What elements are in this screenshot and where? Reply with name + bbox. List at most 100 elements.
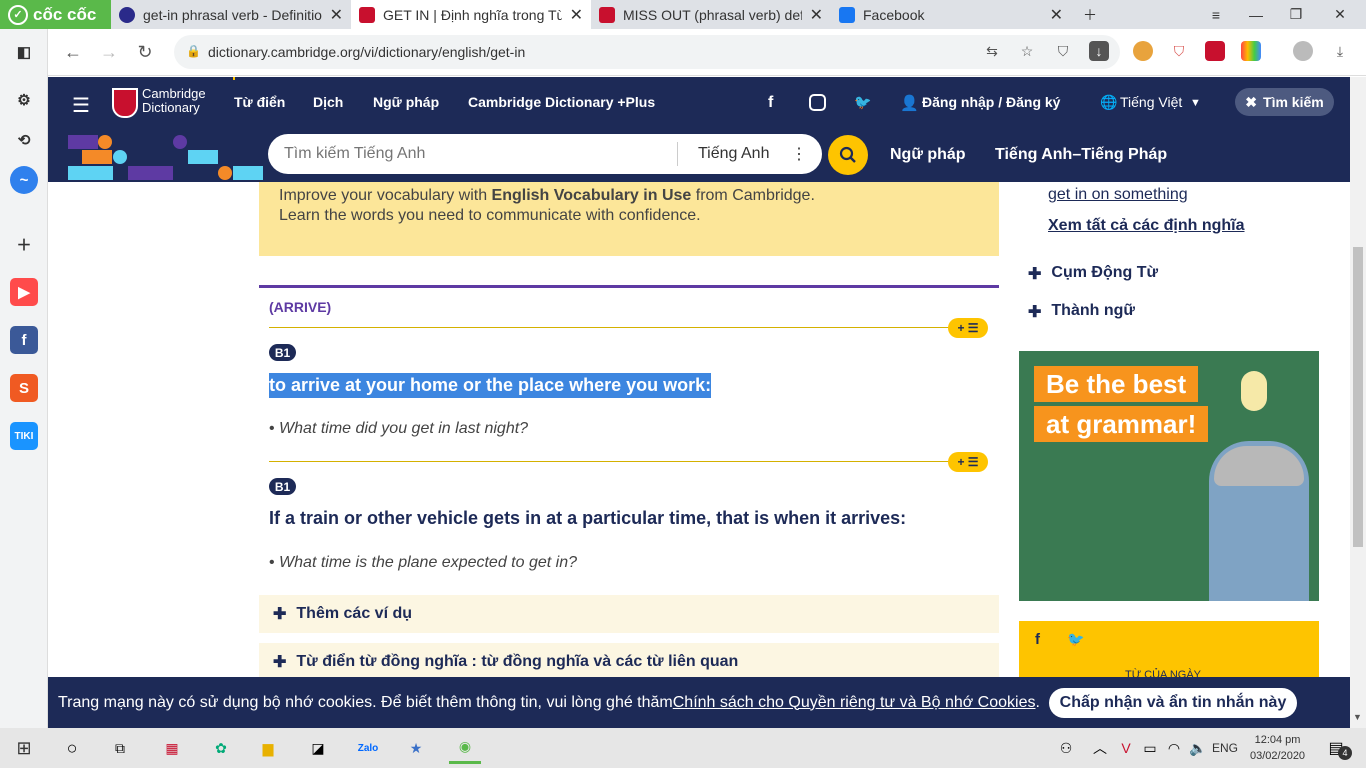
people-icon[interactable]: ⚇ [1050, 732, 1082, 764]
tab-title: GET IN | Định nghĩa trong Từ [383, 6, 562, 23]
app-icon[interactable]: ★ [400, 732, 432, 764]
page-scrollbar[interactable]: ▼ [1350, 77, 1366, 728]
app-icon[interactable]: ▦ [156, 732, 188, 764]
maximize-button[interactable]: ❐ [1276, 0, 1316, 29]
phrasal-verbs-accordion[interactable]: ✚ Cụm Động Từ [1028, 264, 1158, 284]
language-selector[interactable]: Tiếng Việt [1120, 94, 1182, 110]
search-language[interactable]: Tiếng Anh [698, 145, 769, 163]
privacy-policy-link[interactable]: Chính sách cho Quyền riêng tư và Bộ nhớ … [673, 694, 1036, 712]
accept-cookies-button[interactable]: Chấp nhận và ẩn tin nhắn này [1049, 688, 1297, 718]
decor-block [233, 166, 263, 180]
settings-gear-icon[interactable]: ⚙ [10, 86, 38, 114]
facebook-icon[interactable]: f [10, 326, 38, 354]
add-to-wordlist-button[interactable]: + ☰ [948, 452, 988, 472]
profile-avatar[interactable] [1293, 41, 1313, 61]
extension-icon[interactable] [1241, 41, 1261, 61]
nav-dictionary[interactable]: Từ điển [234, 94, 285, 110]
file-explorer-icon[interactable]: ▆ [252, 732, 284, 764]
app-icon[interactable]: ✿ [205, 732, 237, 764]
close-tab-icon[interactable]: ✕ [570, 5, 583, 25]
tab-3[interactable]: Facebook ✕ [831, 0, 1071, 29]
facebook-icon[interactable]: f [768, 94, 773, 112]
adblock-icon[interactable]: ⛉ [1169, 41, 1189, 61]
twitter-share-icon[interactable]: 🐦 [1067, 631, 1084, 648]
shopee-icon[interactable]: S [10, 374, 38, 402]
globe-icon: 🌐 [1100, 94, 1118, 110]
bookmark-star-icon[interactable]: ☆ [1017, 41, 1037, 61]
facebook-share-icon[interactable]: f [1035, 631, 1040, 648]
subnav-grammar[interactable]: Ngữ pháp [890, 146, 966, 164]
close-tab-icon[interactable]: ✕ [330, 5, 343, 25]
tab-menu-icon[interactable]: ≡ [1196, 0, 1236, 29]
history-icon[interactable]: ⟲ [10, 126, 38, 154]
messenger-icon[interactable]: ~ [10, 166, 38, 194]
sidebar-toggle-icon[interactable]: ◧ [10, 38, 38, 66]
reload-button[interactable]: ↻ [132, 39, 158, 65]
close-tab-icon[interactable]: ✕ [1050, 5, 1063, 25]
sticky-notes-icon[interactable]: ◪ [302, 732, 334, 764]
zalo-icon[interactable]: Zalo [352, 732, 384, 764]
extension-icon[interactable] [1205, 41, 1225, 61]
guideword: (ARRIVE) [269, 299, 332, 315]
more-examples-toggle[interactable]: ✚ Thêm các ví dụ [259, 595, 999, 633]
more-options-icon[interactable]: ⋮ [791, 144, 807, 164]
coccoc-taskbar-icon[interactable]: ◉ [449, 732, 481, 764]
search-input[interactable] [268, 134, 678, 174]
clock[interactable]: 12:04 pm 03/02/2020 [1250, 732, 1305, 764]
level-badge: B1 [269, 478, 296, 495]
download-icon[interactable]: ↓ [1089, 41, 1109, 61]
nav-grammar[interactable]: Ngữ pháp [373, 94, 439, 110]
logo-line2: Dictionary [142, 100, 200, 115]
close-tab-icon[interactable]: ✕ [810, 5, 823, 25]
minimize-button[interactable]: — [1236, 0, 1276, 29]
address-bar[interactable]: 🔒 dictionary.cambridge.org/vi/dictionary… [174, 35, 1120, 69]
nav-translate[interactable]: Dịch [313, 94, 343, 110]
add-to-wordlist-button[interactable]: + ☰ [948, 318, 988, 338]
plus-icon: ✚ [1028, 266, 1042, 283]
thesaurus-toggle[interactable]: ✚ Từ điển từ đồng nghĩa : từ đồng nghĩa … [259, 643, 999, 681]
scrollbar-thumb[interactable] [1353, 247, 1363, 547]
tiki-icon[interactable]: TIKI [10, 422, 38, 450]
scroll-down-icon[interactable]: ▼ [1353, 712, 1362, 722]
nav-plus[interactable]: Cambridge Dictionary +Plus [468, 94, 655, 110]
clock-time: 12:04 pm [1254, 734, 1301, 746]
download-icon[interactable]: ⤓ [1330, 41, 1350, 61]
extension-icon[interactable] [1133, 41, 1153, 61]
idioms-accordion[interactable]: ✚ Thành ngữ [1028, 302, 1135, 322]
decor-block [128, 166, 173, 180]
input-language[interactable]: ENG [1212, 741, 1238, 755]
youtube-icon[interactable]: ▶ [10, 278, 38, 306]
shield-icon[interactable]: ⛉ [1053, 41, 1073, 61]
notification-center-icon[interactable]: ▤ 4 [1320, 732, 1352, 764]
tab-1[interactable]: GET IN | Định nghĩa trong Từ ✕ [351, 0, 591, 29]
add-shortcut-icon[interactable]: ＋ [10, 230, 38, 258]
tab-0[interactable]: get-in phrasal verb - Definitio ✕ [111, 0, 351, 29]
search-button[interactable] [828, 135, 868, 175]
login-link[interactable]: Đăng nhập / Đăng ký [922, 94, 1060, 110]
tab-2[interactable]: MISS OUT (phrasal verb) defi ✕ [591, 0, 831, 29]
close-window-button[interactable]: ✕ [1320, 0, 1360, 29]
task-view-icon[interactable]: ⧉ [104, 732, 136, 764]
volume-icon[interactable]: 🔈 [1182, 732, 1214, 764]
search-circle-icon[interactable]: ○ [56, 732, 88, 764]
forward-button[interactable]: → [96, 39, 122, 65]
level-badge: B1 [269, 344, 296, 361]
close-search-button[interactable]: ✖ Tìm kiếm [1235, 88, 1334, 116]
windows-start-icon[interactable]: ⊞ [8, 732, 40, 764]
twitter-icon[interactable]: 🐦 [854, 94, 871, 111]
plus-icon: ✚ [1028, 304, 1042, 321]
hamburger-menu-icon[interactable]: ☰ [72, 93, 90, 118]
promo-box[interactable]: Improve your vocabulary with English Voc… [259, 182, 999, 256]
coccoc-logo-icon: ✓ [8, 4, 28, 25]
related-link[interactable]: get in on something [1048, 186, 1188, 204]
back-button[interactable]: ← [60, 39, 86, 65]
close-icon: ✖ [1245, 93, 1258, 110]
instagram-icon[interactable] [809, 94, 826, 111]
see-all-definitions-link[interactable]: Xem tất cả các định nghĩa [1048, 217, 1245, 235]
browser-brand-button[interactable]: ✓ cốc cốc [0, 0, 111, 29]
cambridge-favicon-icon [359, 6, 375, 23]
new-tab-button[interactable]: ＋ [1070, 0, 1110, 29]
translate-icon[interactable]: ⇆ [982, 41, 1002, 61]
site-logo[interactable]: Cambridge Dictionary [142, 87, 206, 115]
subnav-en-fr[interactable]: Tiếng Anh–Tiếng Pháp [995, 146, 1167, 164]
